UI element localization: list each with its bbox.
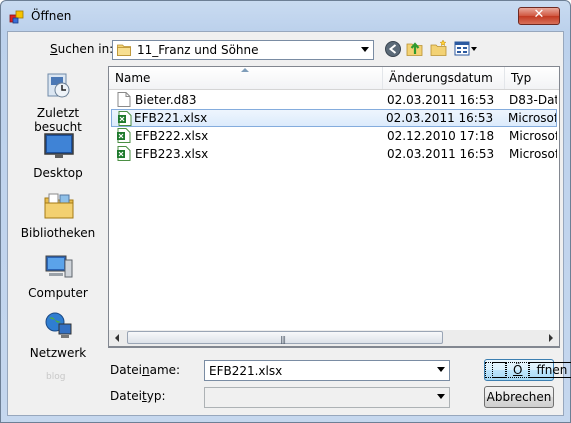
title-bar[interactable]: Öffnen ✕ xyxy=(1,1,570,31)
place-desktop[interactable]: Desktop xyxy=(12,126,104,184)
scroll-left-icon[interactable] xyxy=(109,330,126,346)
file-date: 02.03.2011 16:53 xyxy=(387,93,495,107)
recent-places-icon xyxy=(47,73,70,98)
up-folder-icon[interactable] xyxy=(406,39,424,57)
place-recent[interactable]: Zuletzt besucht xyxy=(12,66,104,134)
file-name-combo[interactable]: EFB221.xlsx xyxy=(204,360,450,381)
scroll-right-icon[interactable] xyxy=(542,330,559,346)
dialog-client-area: Suchen in: 11_Franz und Söhne Zuletzt be… xyxy=(7,31,571,416)
open-dialog-window: Öffnen ✕ Suchen in: 11_Franz und Söhne Z… xyxy=(0,0,571,423)
views-menu-icon[interactable] xyxy=(454,40,478,58)
chevron-down-icon[interactable] xyxy=(437,367,445,372)
place-label: Netzwerk xyxy=(29,346,87,360)
window-title: Öffnen xyxy=(31,9,72,23)
table-row[interactable]: Bieter.d83 02.03.2011 16:53 D83-Datei xyxy=(111,91,557,109)
computer-icon xyxy=(45,255,73,278)
excel-file-icon xyxy=(117,128,131,143)
grip-icon: ||| xyxy=(280,335,286,344)
column-date-label: Änderungsdatum xyxy=(389,71,493,85)
place-libraries[interactable]: Bibliotheken xyxy=(12,186,104,244)
place-network[interactable]: Netzwerk xyxy=(12,306,104,364)
file-name: EFB222.xlsx xyxy=(135,129,209,143)
excel-file-icon xyxy=(117,146,131,161)
desktop-icon xyxy=(44,133,74,158)
places-bar: Zuletzt besucht Desktop Bibliotheken Com… xyxy=(12,66,104,382)
file-list[interactable]: Name Änderungsdatum Typ Bieter.d83 02.03… xyxy=(108,66,560,348)
table-row-selected[interactable]: EFB221.xlsx 02.03.2011 16:53 Microsoft xyxy=(111,109,557,127)
excel-file-icon xyxy=(118,111,132,126)
place-computer[interactable]: Computer xyxy=(12,246,104,304)
file-type: Microsoft xyxy=(509,147,557,161)
place-label: Computer xyxy=(28,286,88,300)
file-name: Bieter.d83 xyxy=(135,93,197,107)
libraries-icon xyxy=(44,193,74,219)
new-folder-icon[interactable] xyxy=(430,39,448,57)
file-type: D83-Datei xyxy=(509,93,557,107)
column-header-date[interactable]: Änderungsdatum xyxy=(383,67,505,89)
document-file-icon xyxy=(117,92,131,107)
list-header: Name Änderungsdatum Typ xyxy=(109,67,559,90)
open-button[interactable]: Öffnen xyxy=(484,359,571,381)
file-date: 02.03.2011 16:53 xyxy=(387,147,495,161)
open-button-label: Öffnen xyxy=(485,362,571,378)
horizontal-scrollbar[interactable]: ||| xyxy=(108,330,560,347)
column-type-label: Typ xyxy=(511,71,532,85)
file-name: EFB223.xlsx xyxy=(135,147,209,161)
cancel-button[interactable]: Abbrechen xyxy=(484,386,554,408)
table-row[interactable]: EFB222.xlsx 02.12.2010 17:18 Microsoft xyxy=(111,127,557,145)
file-name-input[interactable]: EFB221.xlsx xyxy=(209,364,282,378)
table-row[interactable]: EFB223.xlsx 02.03.2011 16:53 Microsoft xyxy=(111,145,557,163)
scrollbar-thumb[interactable]: ||| xyxy=(127,331,443,344)
file-date: 02.12.2010 17:18 xyxy=(387,129,495,143)
file-type: Microsoft xyxy=(508,111,556,125)
dialog-app-icon xyxy=(9,10,24,24)
look-in-value: 11_Franz und Söhne xyxy=(137,43,259,57)
column-header-name[interactable]: Name xyxy=(109,67,383,89)
sort-ascending-icon xyxy=(241,68,249,72)
watermark-text: blog xyxy=(46,372,66,382)
network-icon xyxy=(45,312,72,338)
folder-icon xyxy=(117,44,131,56)
column-header-type[interactable]: Typ xyxy=(505,67,559,89)
chevron-down-icon[interactable] xyxy=(361,47,369,52)
cancel-button-label: Abbrechen xyxy=(486,390,552,404)
look-in-combo[interactable]: 11_Franz und Söhne xyxy=(112,40,374,60)
file-type: Microsoft xyxy=(509,129,557,143)
place-label: Bibliotheken xyxy=(20,226,96,240)
chevron-down-icon[interactable] xyxy=(437,394,445,399)
file-type-label: Dateityp: xyxy=(110,389,166,403)
file-name-label: Dateiname: xyxy=(110,363,181,377)
file-name: EFB221.xlsx xyxy=(134,111,208,125)
close-button[interactable]: ✕ xyxy=(518,7,560,25)
back-icon[interactable] xyxy=(384,40,402,58)
column-name-label: Name xyxy=(115,71,151,85)
close-icon: ✕ xyxy=(533,7,545,22)
file-date: 02.03.2011 16:53 xyxy=(386,111,494,125)
file-type-combo[interactable] xyxy=(204,387,450,408)
look-in-label: Suchen in: xyxy=(50,42,114,56)
place-label: Desktop xyxy=(33,166,83,180)
